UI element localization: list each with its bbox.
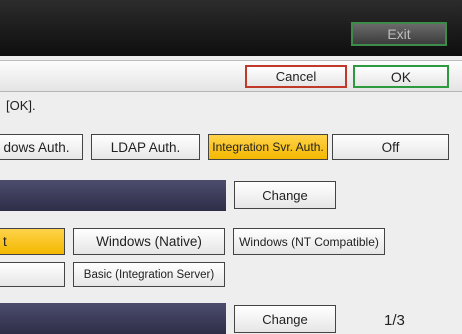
- change-button-1[interactable]: Change: [234, 181, 336, 209]
- cancel-button[interactable]: Cancel: [245, 65, 347, 88]
- page-indicator: 1/3: [384, 312, 405, 329]
- windows-nt-compatible-button[interactable]: Windows (NT Compatible): [233, 228, 385, 255]
- windows-auth-button[interactable]: dows Auth.: [0, 134, 83, 160]
- ldap-auth-button[interactable]: LDAP Auth.: [91, 134, 200, 160]
- instruction-text: [OK].: [6, 98, 36, 113]
- method-selected-button[interactable]: t: [0, 228, 65, 255]
- change-button-2[interactable]: Change: [234, 305, 336, 333]
- auth-off-button[interactable]: Off: [332, 134, 449, 160]
- setting-bar-1: [0, 180, 226, 211]
- exit-button[interactable]: Exit: [351, 22, 447, 46]
- ok-button[interactable]: OK: [353, 65, 449, 88]
- windows-native-button[interactable]: Windows (Native): [73, 228, 225, 255]
- basic-integration-server-button[interactable]: Basic (Integration Server): [73, 262, 225, 287]
- setting-bar-2: [0, 303, 226, 334]
- method-blank-button[interactable]: [0, 262, 65, 287]
- integration-server-auth-button[interactable]: Integration Svr. Auth.: [208, 134, 328, 160]
